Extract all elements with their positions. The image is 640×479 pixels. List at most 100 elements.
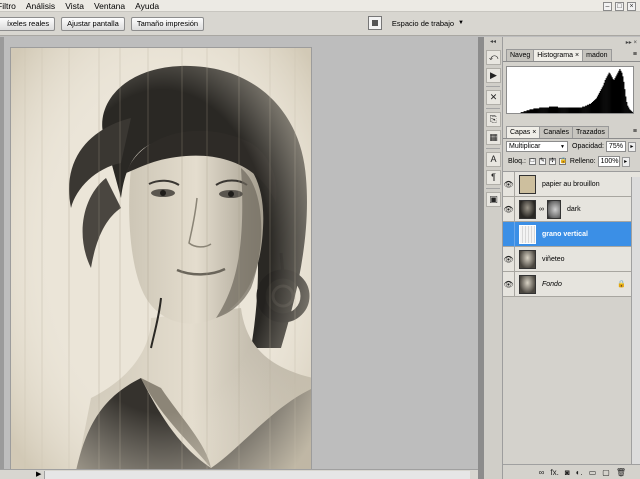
visibility-eye-icon[interactable]: 👁: [503, 246, 515, 272]
lock-pixels-icon[interactable]: ✎: [538, 158, 546, 165]
tab-trazados[interactable]: Trazados: [572, 126, 609, 138]
layer-name[interactable]: Fondo: [542, 281, 562, 288]
tools-icon[interactable]: ✕: [486, 90, 501, 105]
layer-mask-thumbnail[interactable]: [547, 199, 561, 219]
tab-informacion[interactable]: madon: [582, 49, 612, 61]
tab-navegador[interactable]: Naveg: [506, 49, 535, 61]
lock-transparency-icon[interactable]: □: [528, 158, 536, 165]
canvas-area[interactable]: [0, 37, 478, 479]
clone-icon[interactable]: ⎘: [486, 112, 501, 127]
tab-capas-label[interactable]: Capas: [510, 129, 530, 136]
layers-list: 👁 papier au brouillon 👁 ∞ dark grano ver…: [503, 171, 640, 297]
swatches-icon[interactable]: ▦: [486, 130, 501, 145]
visibility-eye-icon[interactable]: 👁: [503, 196, 515, 222]
panel-collapse-controls[interactable]: ▸▸ ×: [503, 37, 640, 49]
actual-pixels-button[interactable]: íxeles reales: [0, 16, 56, 31]
layers-panel-tabs: Capas × Canales Trazados ≡: [503, 126, 640, 139]
horizontal-scrollbar[interactable]: [44, 471, 470, 479]
menu-ventana[interactable]: Ventana: [89, 0, 130, 12]
toolstrip-divider: [486, 185, 500, 189]
paragraph-icon[interactable]: ¶: [486, 170, 501, 185]
blend-mode-select[interactable]: Multiplicar: [506, 141, 568, 152]
document-photo[interactable]: [10, 47, 312, 479]
histogram-graph: [520, 69, 634, 113]
layer-comps-icon[interactable]: ▣: [486, 192, 501, 207]
status-bar: ▶: [0, 469, 478, 479]
fit-screen-button[interactable]: Ajustar pantalla: [61, 16, 125, 31]
layer-name[interactable]: dark: [567, 206, 581, 213]
close-icon[interactable]: ×: [532, 129, 536, 136]
layer-name[interactable]: grano vertical: [542, 231, 588, 238]
histogram-panel-tabs: Naveg Histograma × madon ≡: [503, 49, 640, 62]
toolstrip-divider: [486, 83, 500, 87]
opacity-slider-arrow-icon[interactable]: ▸: [627, 141, 636, 152]
minimize-icon[interactable]: –: [603, 1, 612, 11]
layer-thumbnail: [519, 199, 536, 219]
canvas-edge: [0, 37, 4, 469]
blend-row: Multiplicar Opacidad: 75% ▸: [503, 139, 640, 154]
visibility-eye-icon[interactable]: 👁: [503, 171, 515, 197]
panel-menu-icon[interactable]: ≡: [633, 128, 637, 135]
panels-column: ▸▸ × Naveg Histograma × madon ≡ Capas × Ca…: [503, 37, 640, 479]
lock-all-icon[interactable]: 🔒: [558, 158, 567, 165]
fill-label: Relleno:: [569, 158, 596, 165]
tab-histograma-label[interactable]: Histograma: [537, 52, 573, 59]
visibility-eye-icon[interactable]: [503, 221, 515, 247]
mask-icon[interactable]: ◙: [565, 468, 570, 477]
print-size-button[interactable]: Tamaño impresión: [130, 16, 205, 31]
chevron-down-icon[interactable]: ▼: [458, 20, 464, 26]
group-icon[interactable]: ▭: [589, 468, 597, 477]
panel-menu-icon[interactable]: ≡: [633, 51, 637, 58]
layers-scrollbar[interactable]: [631, 177, 640, 479]
new-layer-icon[interactable]: ▢: [602, 468, 610, 477]
layer-row[interactable]: 👁 Fondo 🔒: [503, 271, 640, 297]
fill-input[interactable]: 100%: [597, 156, 620, 167]
layer-row[interactable]: 👁 papier au brouillon: [503, 171, 640, 197]
fx-icon[interactable]: fx.: [550, 468, 558, 477]
layer-name[interactable]: papier au brouillon: [542, 181, 600, 188]
workspace-icon[interactable]: [367, 16, 382, 30]
layer-thumbnail: [519, 249, 536, 269]
layer-name[interactable]: viñeteo: [542, 256, 565, 263]
workspace-label[interactable]: Espacio de trabajo: [392, 19, 454, 28]
menu-analisis[interactable]: Análisis: [21, 0, 60, 12]
panel-icon-strip: ◂◂ ⤺ ▶ ✕ ⎘ ▦ A ¶ ▣: [484, 37, 503, 479]
tab-histograma[interactable]: Histograma ×: [533, 49, 584, 61]
histogram-display: [506, 66, 634, 114]
tab-capas[interactable]: Capas ×: [506, 126, 541, 138]
status-menu-arrow-icon[interactable]: ▶: [36, 470, 41, 479]
menu-bar: Filtro Análisis Vista Ventana Ayuda – □ …: [0, 0, 640, 12]
menu-ayuda[interactable]: Ayuda: [130, 0, 164, 12]
lock-icon: 🔒: [617, 281, 626, 288]
workspace-switcher[interactable]: Espacio de trabajo ▼: [367, 16, 464, 30]
layer-row[interactable]: 👁 viñeteo: [503, 246, 640, 272]
adjustment-icon[interactable]: ◐.: [576, 468, 583, 477]
layer-thumbnail: [519, 274, 536, 294]
lock-row: Bloq.: □ ✎ ✢ 🔒 Relleno: 100% ▸: [503, 154, 640, 169]
layer-row[interactable]: 👁 ∞ dark: [503, 196, 640, 222]
navigator-icon[interactable]: ⤺: [486, 50, 501, 65]
maximize-icon[interactable]: □: [615, 1, 624, 11]
opacity-label: Opacidad:: [572, 143, 604, 150]
tab-canales[interactable]: Canales: [539, 126, 574, 138]
menu-vista[interactable]: Vista: [60, 0, 89, 12]
lock-position-icon[interactable]: ✢: [548, 158, 556, 165]
visibility-eye-icon[interactable]: 👁: [503, 271, 515, 297]
close-icon[interactable]: ×: [575, 52, 579, 59]
layer-row-selected[interactable]: grano vertical: [503, 221, 640, 247]
character-icon[interactable]: A: [486, 152, 501, 167]
toolstrip-divider: [486, 105, 500, 109]
opacity-input[interactable]: 75%: [605, 141, 626, 152]
link-icon[interactable]: ∞: [539, 468, 545, 477]
menu-filtro[interactable]: Filtro: [0, 0, 21, 12]
layer-thumbnail: [519, 224, 536, 244]
chain-link-icon[interactable]: ∞: [539, 206, 544, 213]
trash-icon[interactable]: 🗑: [616, 468, 626, 477]
histogram-bar: [632, 112, 634, 113]
layers-bottom-bar: ∞ fx. ◙ ◐. ▭ ▢ 🗑: [503, 464, 640, 479]
close-icon[interactable]: ×: [627, 1, 636, 11]
collapse-icon[interactable]: ◂◂: [484, 37, 502, 47]
fill-slider-arrow-icon[interactable]: ▸: [621, 156, 630, 167]
actions-icon[interactable]: ▶: [486, 68, 501, 83]
options-bar: íxeles reales Ajustar pantalla Tamaño im…: [0, 12, 640, 36]
